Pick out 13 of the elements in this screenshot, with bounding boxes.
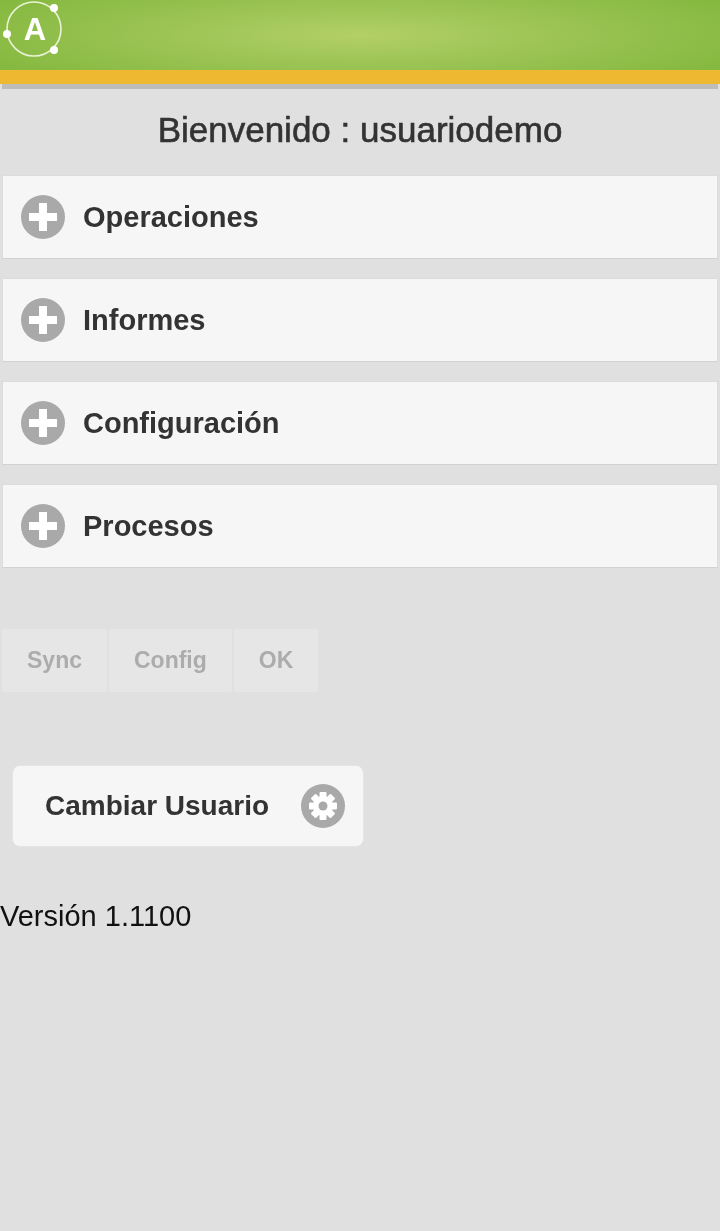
section-title: Configuración (83, 406, 280, 440)
welcome-heading: Bienvenido : usuariodemo (157, 109, 563, 151)
gear-icon (301, 784, 345, 828)
section-title: Informes (83, 303, 206, 337)
change-user-button[interactable]: Cambiar Usuario (12, 765, 364, 847)
collapsible-section-header[interactable]: Informes (2, 278, 718, 362)
collapsible-section-header[interactable]: Procesos (2, 484, 718, 568)
collapsible-section-header[interactable]: Operaciones (2, 175, 718, 259)
collapsible-section-header[interactable]: Configuración (2, 381, 718, 465)
app-logo: A (1, 0, 65, 60)
version-text: Versión 1.1100 (0, 900, 192, 932)
section-title: Operaciones (83, 200, 259, 234)
section-title: Procesos (83, 509, 214, 543)
